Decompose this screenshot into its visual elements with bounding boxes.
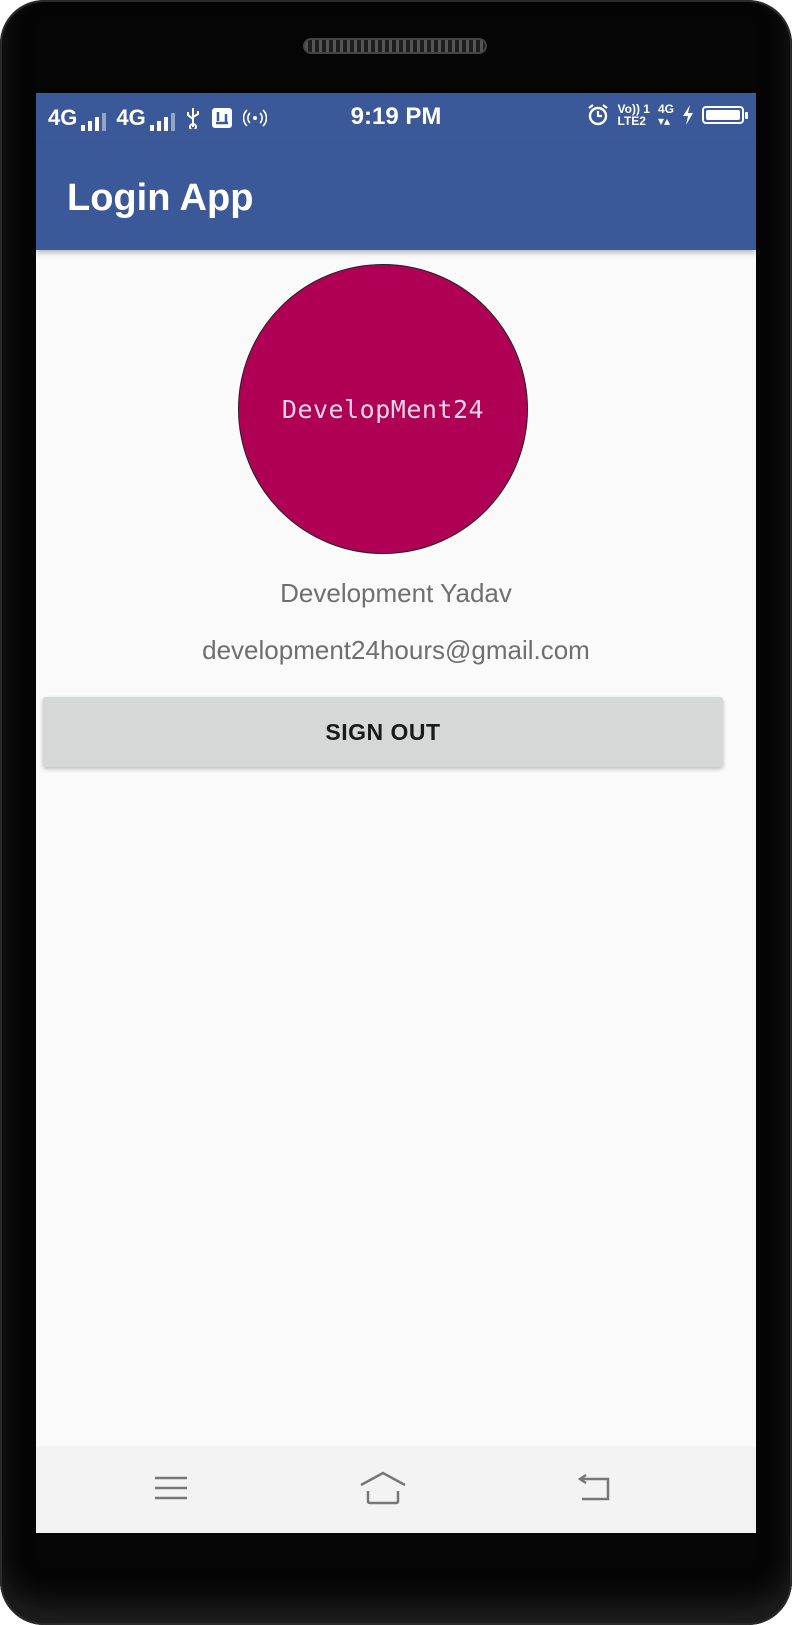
navigation-bar xyxy=(36,1446,756,1533)
user-name: Development Yadav xyxy=(280,578,512,608)
menu-icon xyxy=(155,1476,187,1500)
nav-menu-button[interactable] xyxy=(147,1468,195,1508)
back-icon xyxy=(577,1473,610,1501)
screen: 4G 4G 9:19 PM Vo)) 1 LTE2 4G ▾▴ Login Ap… xyxy=(36,93,756,1533)
battery-icon xyxy=(702,106,748,124)
app-title: Login App xyxy=(67,177,254,219)
app-bar: Login App xyxy=(36,143,756,250)
data-indicator: 4G ▾▴ xyxy=(657,102,674,128)
sign-out-button[interactable]: SIGN OUT xyxy=(43,697,723,767)
alarm-clock-icon xyxy=(587,104,608,126)
lightning-icon xyxy=(683,105,693,125)
speaker-grille xyxy=(303,38,487,54)
data-arrows-icon: ▾▴ xyxy=(657,114,671,128)
avatar-text: DevelopMent24 xyxy=(281,394,485,424)
user-email: development24hours@gmail.com xyxy=(202,635,590,665)
phone-frame: 4G 4G 9:19 PM Vo)) 1 LTE2 4G ▾▴ Login Ap… xyxy=(0,0,792,1625)
nav-home-button[interactable] xyxy=(359,1468,407,1508)
avatar: DevelopMent24 xyxy=(238,264,528,554)
volte-indicator: Vo)) 1 LTE2 xyxy=(617,102,650,128)
status-bar: 4G 4G 9:19 PM Vo)) 1 LTE2 4G ▾▴ xyxy=(36,93,756,143)
home-icon xyxy=(360,1471,406,1505)
status-right-group: Vo)) 1 LTE2 4G ▾▴ xyxy=(586,102,748,128)
nav-back-button[interactable] xyxy=(569,1468,617,1508)
